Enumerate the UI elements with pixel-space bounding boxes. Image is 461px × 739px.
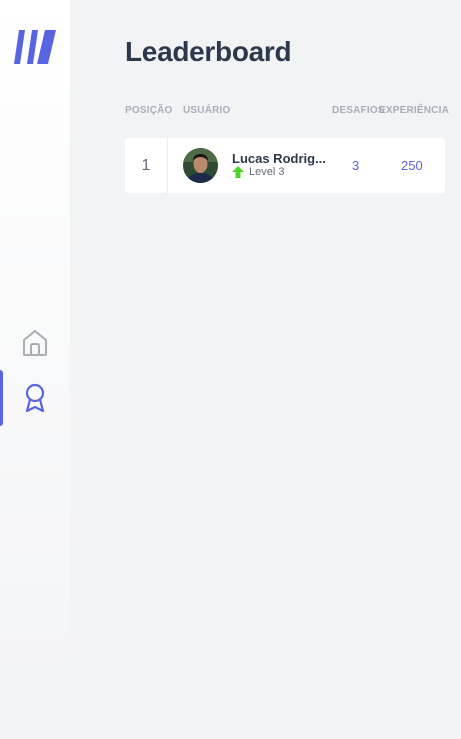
column-header-position: POSIÇÃO [125,105,173,116]
user-name: Lucas Rodrig... [232,151,326,166]
level-up-icon [232,166,244,178]
leaderboard-row: 1 Lucas Rodrig... Level 3 3 250 [125,138,445,193]
app-logo[interactable] [13,28,57,66]
page-title: Leaderboard [125,36,292,67]
sidebar-item-leaderboard[interactable] [0,370,70,426]
award-icon [25,383,45,413]
row-position: 1 [125,138,168,193]
avatar [183,148,218,183]
active-indicator [0,370,3,426]
experience-value: 250 [401,158,423,173]
user-level: Level 3 [232,166,284,178]
sidebar [0,0,70,739]
column-header-challenges: DESAFIOS [332,105,385,116]
challenges-value: 3 [352,158,360,173]
column-header-experience: EXPERIÊNCIA [379,105,449,116]
sidebar-item-home[interactable] [0,322,70,364]
column-header-user: USUÁRIO [183,105,231,116]
level-label: Level 3 [249,166,285,178]
home-icon [23,330,47,356]
